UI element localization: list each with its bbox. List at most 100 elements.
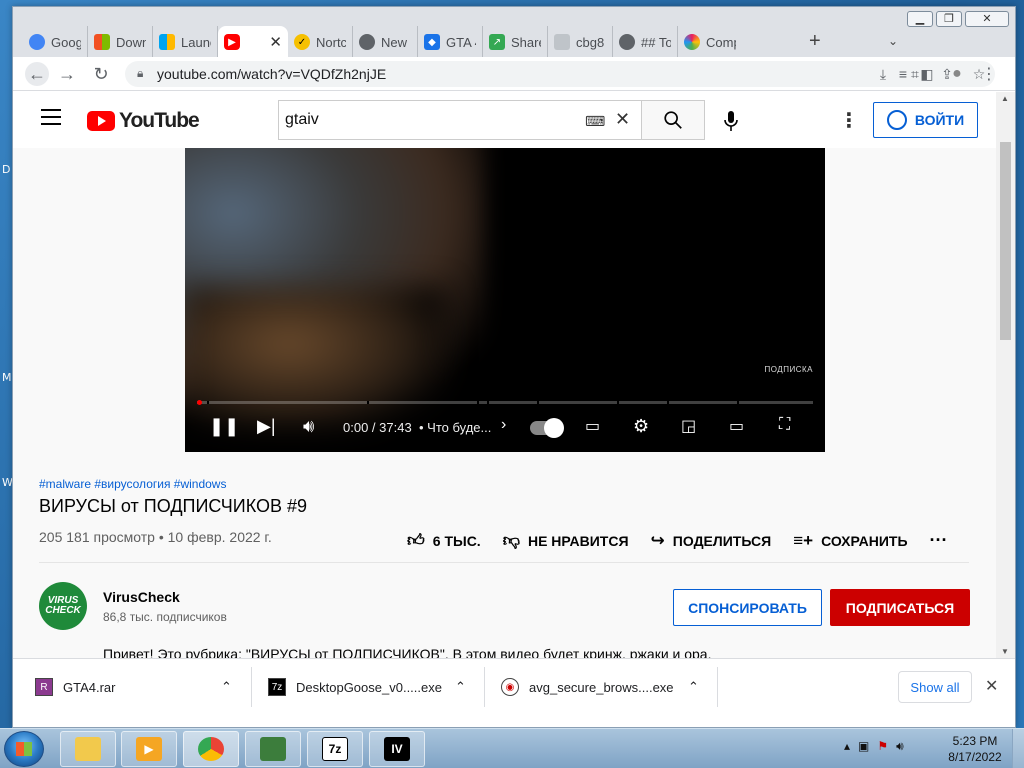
taskbar-explorer[interactable] (60, 731, 116, 767)
next-icon[interactable]: ▶| (257, 416, 276, 437)
media-icon[interactable]: ≡ (891, 62, 915, 86)
settings-menu-icon[interactable]: ⋮ (839, 108, 859, 133)
scrollbar-thumb[interactable] (1000, 142, 1011, 340)
tab-gta4[interactable]: ◆ GTA 4 (418, 26, 483, 58)
volume-icon[interactable]: 🔊︎ (303, 416, 314, 437)
tab-new[interactable]: New (353, 26, 418, 58)
time-display: 0:00 / 37:43 (343, 420, 412, 435)
download-options-chevron-icon[interactable]: ⌃ (221, 667, 232, 707)
chapter-chevron-icon[interactable]: › (501, 416, 506, 434)
volume-tray-icon[interactable]: 🔊︎ (896, 739, 904, 754)
taskbar-7zip[interactable]: 7z (307, 731, 363, 767)
tab-downloads[interactable]: Down (88, 26, 153, 58)
settings-gear-icon[interactable]: ⚙ (633, 416, 649, 437)
voice-search-button[interactable] (723, 110, 739, 137)
subscribe-button[interactable]: ПОДПИСАТЬСЯ (830, 589, 970, 626)
minimize-button[interactable]: ▁ (907, 11, 933, 27)
action-center-icon[interactable]: ⚑ (877, 739, 888, 754)
share-button[interactable]: ↪ ПОДЕЛИТЬСЯ (651, 531, 772, 551)
address-bar[interactable]: 🔒︎ youtube.com/watch?v=VQDfZh2njJE ⤓ ⌗ ⇪… (125, 61, 995, 87)
taskbar-task-manager[interactable] (245, 731, 301, 767)
taskbar-media-player[interactable]: ▶ (121, 731, 177, 767)
desktop-icon-label[interactable]: D (2, 163, 10, 176)
sponsor-button[interactable]: СПОНСИРОВАТЬ (673, 589, 822, 626)
search-button[interactable] (641, 100, 705, 140)
share-label: ПОДЕЛИТЬСЯ (672, 532, 772, 549)
taskbar-chrome[interactable] (183, 731, 239, 767)
show-all-downloads-button[interactable]: Show all (898, 671, 972, 703)
tab-todo[interactable]: ## To (613, 26, 678, 58)
menu-icon[interactable] (41, 109, 61, 130)
miniplayer-icon[interactable]: ◲ (681, 416, 696, 436)
subscribe-watermark[interactable]: ПОДПИСКА (765, 365, 814, 374)
forward-button[interactable]: → (55, 62, 79, 86)
desktop-icon-label[interactable]: M (2, 371, 12, 384)
maximize-button[interactable]: ❐ (936, 11, 962, 27)
profile-icon[interactable]: ● (945, 62, 969, 86)
youtube-play-icon (87, 111, 115, 131)
task-manager-icon (260, 737, 286, 761)
side-panel-icon[interactable]: ◧ (915, 62, 939, 86)
download-item[interactable]: 7z DesktopGoose_v0.....exe (268, 667, 442, 707)
keyboard-icon[interactable]: ⌨ (585, 113, 605, 130)
new-tab-button[interactable]: + (809, 30, 821, 53)
start-button[interactable] (4, 731, 44, 767)
tab-launch[interactable]: Launc (153, 26, 218, 58)
sign-in-button[interactable]: ВОЙТИ (873, 102, 978, 138)
tab-share[interactable]: ↗ Share (483, 26, 548, 58)
network-icon[interactable]: ▣ (858, 739, 869, 754)
reload-button[interactable]: ↻ (89, 62, 113, 86)
channel-name[interactable]: VirusCheck (103, 589, 180, 605)
download-item[interactable]: R GTA4.rar (35, 667, 116, 707)
chrome-menu-icon[interactable]: ⋮ (977, 62, 1001, 86)
dislike-button[interactable]: 👎︎ НЕ НРАВИТСЯ (503, 530, 629, 551)
video-tags[interactable]: #malware #вирусология #windows (39, 477, 226, 491)
page-scrollbar[interactable]: ▲ ▼ (996, 92, 1015, 658)
video-description[interactable]: Привет! Это рубрика: "ВИРУСЫ от ПОДПИСЧИ… (103, 646, 711, 658)
progress-bar[interactable] (197, 400, 813, 405)
account-icon (886, 110, 907, 130)
video-player[interactable]: ПОДПИСКА ❚❚ ▶| 🔊︎ 0:00 / 37:43 • Что буд… (185, 148, 825, 452)
search-input[interactable] (285, 111, 575, 129)
chapter-title[interactable]: • Что буде... (419, 420, 491, 435)
clock[interactable]: 5:23 PM 8/17/2022 (944, 733, 1006, 765)
explorer-icon (75, 737, 101, 761)
channel-avatar[interactable]: VIRUS CHECK (39, 582, 87, 630)
close-download-bar-icon[interactable]: ✕ (985, 676, 998, 696)
scroll-down-icon[interactable]: ▼ (1001, 647, 1009, 656)
file-icon (554, 34, 570, 50)
url-text[interactable]: youtube.com/watch?v=VQDfZh2njJE (157, 66, 386, 82)
clear-search-icon[interactable]: ✕ (615, 109, 630, 130)
autoplay-toggle[interactable] (530, 418, 564, 438)
microphone-icon (724, 111, 738, 131)
theater-mode-icon[interactable]: ▭ (729, 416, 744, 436)
youtube-logo[interactable]: YouTube (87, 109, 200, 133)
save-button[interactable]: ≡+ СОХРАНИТЬ (793, 531, 907, 551)
download-item[interactable]: ◉ avg_secure_brows....exe (501, 667, 674, 707)
download-options-chevron-icon[interactable]: ⌃ (455, 667, 466, 707)
tab-cbg[interactable]: cbg8 (548, 26, 613, 58)
video-meta: 205 181 просмотр • 10 февр. 2022 г. (39, 529, 272, 545)
like-button[interactable]: 👍︎ 6 ТЫС. (407, 530, 481, 551)
tab-google[interactable]: Goog (23, 26, 88, 58)
tab-comp[interactable]: Comp (678, 26, 742, 58)
tab-search-icon[interactable]: ⌄ (888, 34, 898, 48)
show-desktop-button[interactable] (1012, 729, 1024, 768)
download-options-chevron-icon[interactable]: ⌃ (688, 667, 699, 707)
pause-icon[interactable]: ❚❚ (209, 416, 239, 437)
close-window-button[interactable]: ✕ (965, 11, 1009, 27)
show-hidden-icons-icon[interactable]: ▴ (844, 739, 850, 754)
back-button[interactable]: ← (25, 62, 49, 86)
scroll-up-icon[interactable]: ▲ (1001, 94, 1009, 103)
tab-youtube-active[interactable]: ▶ ✕ (218, 26, 288, 58)
tab-norton[interactable]: ✓ Nortc (288, 26, 353, 58)
install-icon[interactable]: ⤓ (873, 66, 893, 83)
search-icon (664, 111, 682, 129)
subtitles-icon[interactable]: ▭ (585, 416, 600, 436)
more-actions-icon[interactable]: ··· (930, 530, 948, 551)
close-tab-icon[interactable]: ✕ (269, 33, 282, 51)
fullscreen-icon[interactable]: ⛶ (779, 416, 790, 434)
winrar-icon: R (35, 678, 53, 696)
scrubber-handle[interactable] (197, 400, 202, 405)
taskbar-gta-iv[interactable]: IV (369, 731, 425, 767)
